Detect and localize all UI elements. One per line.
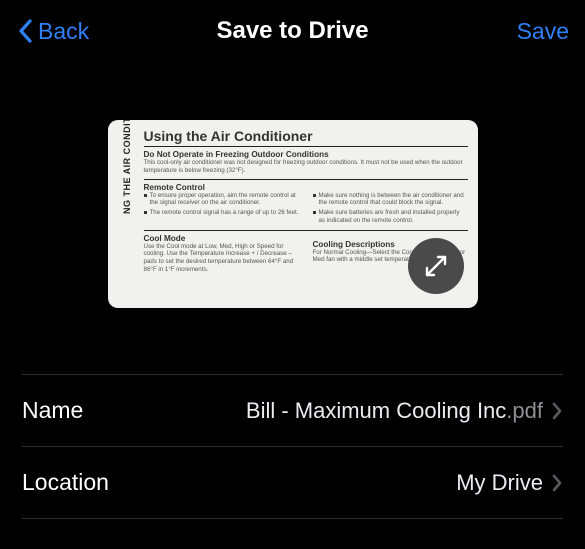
page-title: Save to Drive [216,17,368,45]
file-name-row[interactable]: Name Bill - Maximum Cooling Inc.pdf [22,375,563,446]
doc-section1-heading: Do Not Operate in Freezing Outdoor Condi… [144,150,468,159]
doc-section3-heading: Cool Mode [144,234,299,243]
document-preview: NG THE AIR CONDITIONER Using the Air Con… [108,120,478,308]
document-side-label: NG THE AIR CONDITIONER [122,120,132,214]
doc-s2-left-a: To ensure proper operation, aim the remo… [150,192,299,208]
chevron-left-icon [16,17,36,45]
location-row[interactable]: Location My Drive [22,447,563,518]
file-name-value: Bill - Maximum Cooling Inc.pdf [246,398,543,424]
doc-s2-right-b: Make sure batteries are fresh and instal… [319,209,468,225]
expand-preview-button[interactable] [408,238,464,294]
doc-section2-heading: Remote Control [144,183,468,192]
doc-s3-body: Use the Cool mode at Low, Med, High or S… [144,243,299,274]
location-value: My Drive [456,470,543,496]
chevron-right-icon [551,401,563,421]
doc-section1-body: This cool-only air conditioner was not d… [144,159,468,175]
chevron-right-icon [551,473,563,493]
expand-icon [422,252,450,280]
name-label: Name [22,397,83,424]
back-button[interactable]: Back [16,17,89,45]
document-title: Using the Air Conditioner [144,128,468,144]
back-label: Back [38,18,89,45]
save-button[interactable]: Save [517,18,569,45]
doc-s2-left-b: The remote control signal has a range of… [150,209,299,217]
doc-s2-right-a: Make sure nothing is between the air con… [319,192,468,208]
location-label: Location [22,469,109,496]
